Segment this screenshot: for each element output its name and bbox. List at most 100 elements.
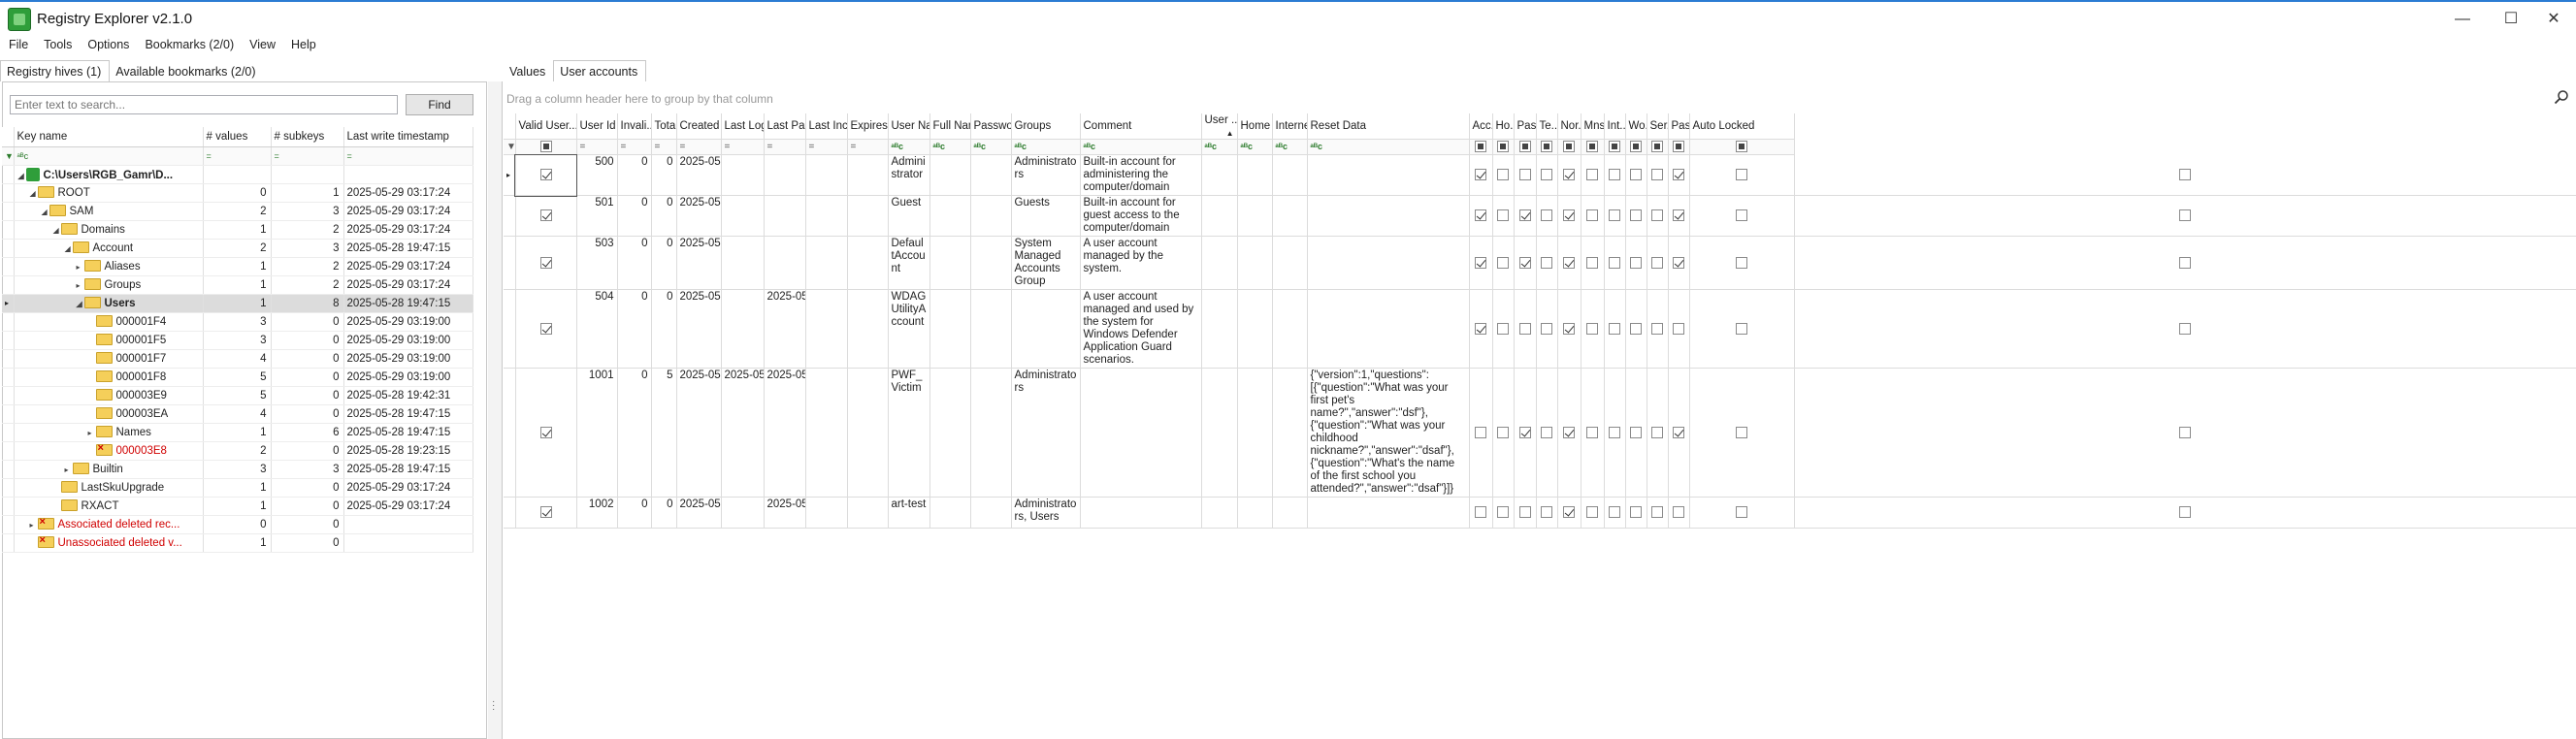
cell-expires[interactable]	[847, 497, 889, 529]
auto-locked-cell[interactable]	[1794, 368, 2576, 498]
flag-checkbox[interactable]	[1736, 426, 1747, 438]
column-header[interactable]: User ... ▲	[1201, 113, 1238, 140]
flag-cell[interactable]	[1557, 289, 1581, 369]
cell-lastlogin[interactable]	[721, 497, 765, 529]
flag-cell[interactable]	[1514, 497, 1537, 529]
cell-groups[interactable]	[1011, 289, 1081, 369]
flag-cell[interactable]	[1604, 154, 1626, 196]
flag-cell[interactable]	[1557, 154, 1581, 196]
flag-cell[interactable]	[1625, 236, 1647, 290]
tree-node-row[interactable]: ◢ Account 2 3 2025-05-28 19:47:15	[2, 239, 473, 258]
cell-total[interactable]: 0	[651, 289, 677, 369]
cell-home[interactable]	[1237, 368, 1273, 498]
cell-username[interactable]: WDAGUtilityAccount	[888, 289, 930, 369]
tree-node-name-cell[interactable]: 000003E9	[14, 386, 204, 405]
flag-checkbox[interactable]	[1630, 209, 1642, 222]
tree-node-row[interactable]: LastSkuUpgrade 1 0 2025-05-29 03:17:24	[2, 478, 473, 498]
flag-cell[interactable]	[1514, 154, 1537, 196]
flag-cell[interactable]	[1604, 236, 1626, 290]
auto-locked-cell[interactable]	[1794, 236, 2576, 290]
flag-cell[interactable]	[1647, 154, 1669, 196]
filter-checkbox[interactable]	[1609, 141, 1620, 152]
cell-internet[interactable]	[1272, 289, 1308, 369]
cell-id[interactable]: 501	[576, 195, 618, 237]
user-account-row[interactable]: 504002025-05-...2025-05-...WDAGUtilityAc…	[504, 289, 2576, 369]
cell-userprofile[interactable]	[1201, 195, 1238, 237]
flag-cell[interactable]	[1469, 154, 1493, 196]
cell-fullname[interactable]	[929, 154, 971, 196]
column-header[interactable]: Ho...	[1492, 113, 1515, 140]
flag-cell[interactable]	[1625, 497, 1647, 529]
panel-splitter[interactable]	[488, 81, 502, 739]
flag-checkbox[interactable]	[1630, 256, 1642, 269]
tab-available-bookmarks[interactable]: Available bookmarks (2/0)	[110, 61, 263, 82]
column-header[interactable]: Groups	[1011, 113, 1081, 140]
flag-checkbox[interactable]	[1475, 256, 1486, 269]
filter-cell[interactable]	[1557, 139, 1581, 155]
flag-checkbox[interactable]	[1586, 209, 1598, 222]
tree-node-name-cell[interactable]: ▸ Groups	[14, 275, 204, 295]
tree-filter-cell[interactable]: =	[203, 146, 272, 166]
tree-node-name-cell[interactable]: 000001F8	[14, 368, 204, 387]
filter-checkbox[interactable]	[1630, 141, 1642, 152]
find-button[interactable]: Find	[406, 94, 473, 115]
tree-node-row[interactable]: ◢ C:\Users\RGB_Gamr\D...	[2, 165, 473, 184]
column-header[interactable]: User Name	[888, 113, 930, 140]
flag-checkbox[interactable]	[1586, 506, 1598, 519]
flag-checkbox[interactable]	[1541, 322, 1552, 335]
flag-cell[interactable]	[1647, 195, 1669, 237]
cell-passwordhint[interactable]	[970, 289, 1012, 369]
cell-lastincorrect[interactable]	[805, 154, 848, 196]
cell-fullname[interactable]	[929, 497, 971, 529]
column-header[interactable]: Valid User...	[515, 113, 577, 140]
valid-user-checkbox[interactable]	[539, 169, 552, 181]
flag-checkbox[interactable]	[1475, 322, 1486, 335]
tree-node-name-cell[interactable]: ◢ SAM	[14, 202, 204, 221]
tree-node-name-cell[interactable]: 000003EA	[14, 404, 204, 424]
column-header[interactable]: Home ...	[1237, 113, 1273, 140]
column-header[interactable]: Interne...	[1272, 113, 1308, 140]
tree-node-name-cell[interactable]: ◢ C:\Users\RGB_Gamr\D...	[14, 165, 204, 184]
collapsed-arrow-icon[interactable]: ▸	[30, 521, 38, 530]
cell-fullname[interactable]	[929, 289, 971, 369]
cell-groups[interactable]: System Managed Accounts Group	[1011, 236, 1081, 290]
cell-expires[interactable]	[847, 154, 889, 196]
filter-checkbox[interactable]	[1475, 141, 1486, 152]
flag-checkbox[interactable]	[1497, 322, 1509, 335]
cell-reset[interactable]	[1307, 236, 1470, 290]
tree-node-name-cell[interactable]: ▸ Builtin	[14, 460, 204, 479]
cell-expires[interactable]	[847, 236, 889, 290]
flag-cell[interactable]	[1492, 236, 1515, 290]
cell-lastincorrect[interactable]	[805, 289, 848, 369]
flag-cell[interactable]	[1536, 236, 1558, 290]
cell-expires[interactable]	[847, 289, 889, 369]
find-panel-search-icon[interactable]	[2554, 89, 2569, 105]
tree-node-row[interactable]: RXACT 1 0 2025-05-29 03:17:24	[2, 497, 473, 516]
cell-lastlogin[interactable]: 2025-05-...	[721, 368, 765, 498]
column-header[interactable]: Last Login...	[721, 113, 765, 140]
menu-bookmarks[interactable]: Bookmarks (2/0)	[136, 35, 241, 51]
column-header[interactable]: User Id	[576, 113, 618, 140]
flag-cell[interactable]	[1647, 368, 1669, 498]
filter-cell[interactable]: ᵃᴮc	[929, 139, 971, 155]
column-header[interactable]: Ser...	[1647, 113, 1669, 140]
cell-internet[interactable]	[1272, 154, 1308, 196]
tree-node-name-cell[interactable]: RXACT	[14, 497, 204, 516]
tree-filter-cell[interactable]: =	[343, 146, 473, 166]
flag-cell[interactable]	[1492, 368, 1515, 498]
flag-cell[interactable]	[1492, 289, 1515, 369]
filter-checkbox[interactable]	[1651, 141, 1663, 152]
cell-lastpass[interactable]	[764, 195, 806, 237]
column-header[interactable]: Comment	[1080, 113, 1202, 140]
menu-tools[interactable]: Tools	[35, 35, 79, 51]
flag-checkbox[interactable]	[1736, 506, 1747, 519]
flag-checkbox[interactable]	[1586, 426, 1598, 438]
flag-cell[interactable]	[1469, 195, 1493, 237]
flag-checkbox[interactable]	[1586, 169, 1598, 181]
cell-total[interactable]: 0	[651, 497, 677, 529]
tab-registry-hives[interactable]: Registry hives (1)	[0, 60, 111, 81]
flag-checkbox[interactable]	[1518, 209, 1531, 222]
tree-node-row[interactable]: ▸ Groups 1 2 2025-05-29 03:17:24	[2, 275, 473, 295]
cell-reset[interactable]: {"version":1,"questions":[{"question":"W…	[1307, 368, 1470, 498]
column-header-values[interactable]: # values	[203, 127, 272, 147]
